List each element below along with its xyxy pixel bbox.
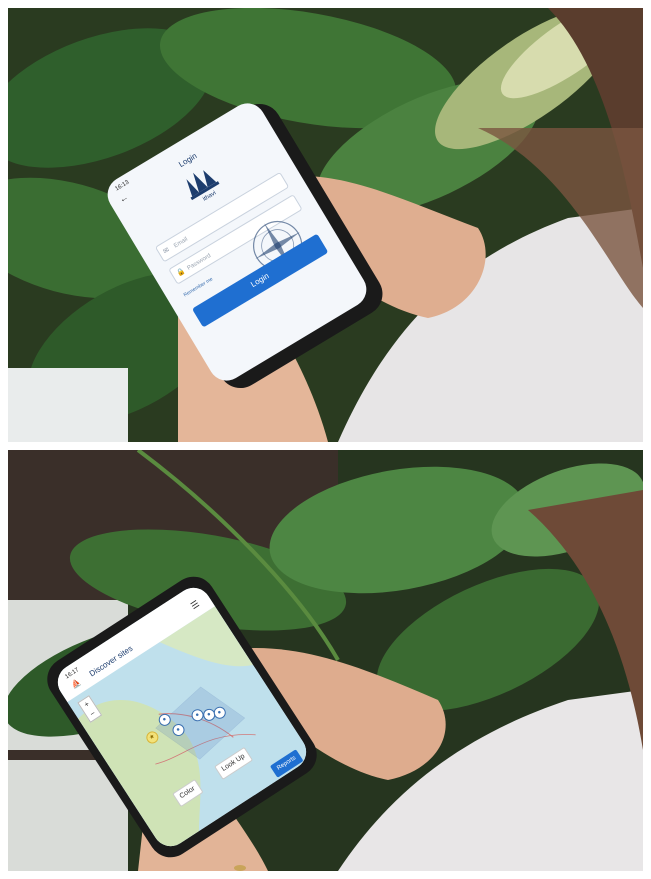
user-icon: ✉ xyxy=(162,246,171,256)
photo-login-screen: 16:13 ← Login ithavi ✉ Email 🔒 Password … xyxy=(8,8,643,442)
ship-logo-icon: ⛵ xyxy=(69,677,83,691)
photo-map-screen: 16:17 ⛵ Discover sites ☰ + − ★ ● ● ● ● ●… xyxy=(8,450,643,871)
password-placeholder: Password xyxy=(186,252,213,272)
hamburger-menu-icon[interactable]: ☰ xyxy=(189,598,202,612)
email-placeholder: Email xyxy=(173,236,189,250)
